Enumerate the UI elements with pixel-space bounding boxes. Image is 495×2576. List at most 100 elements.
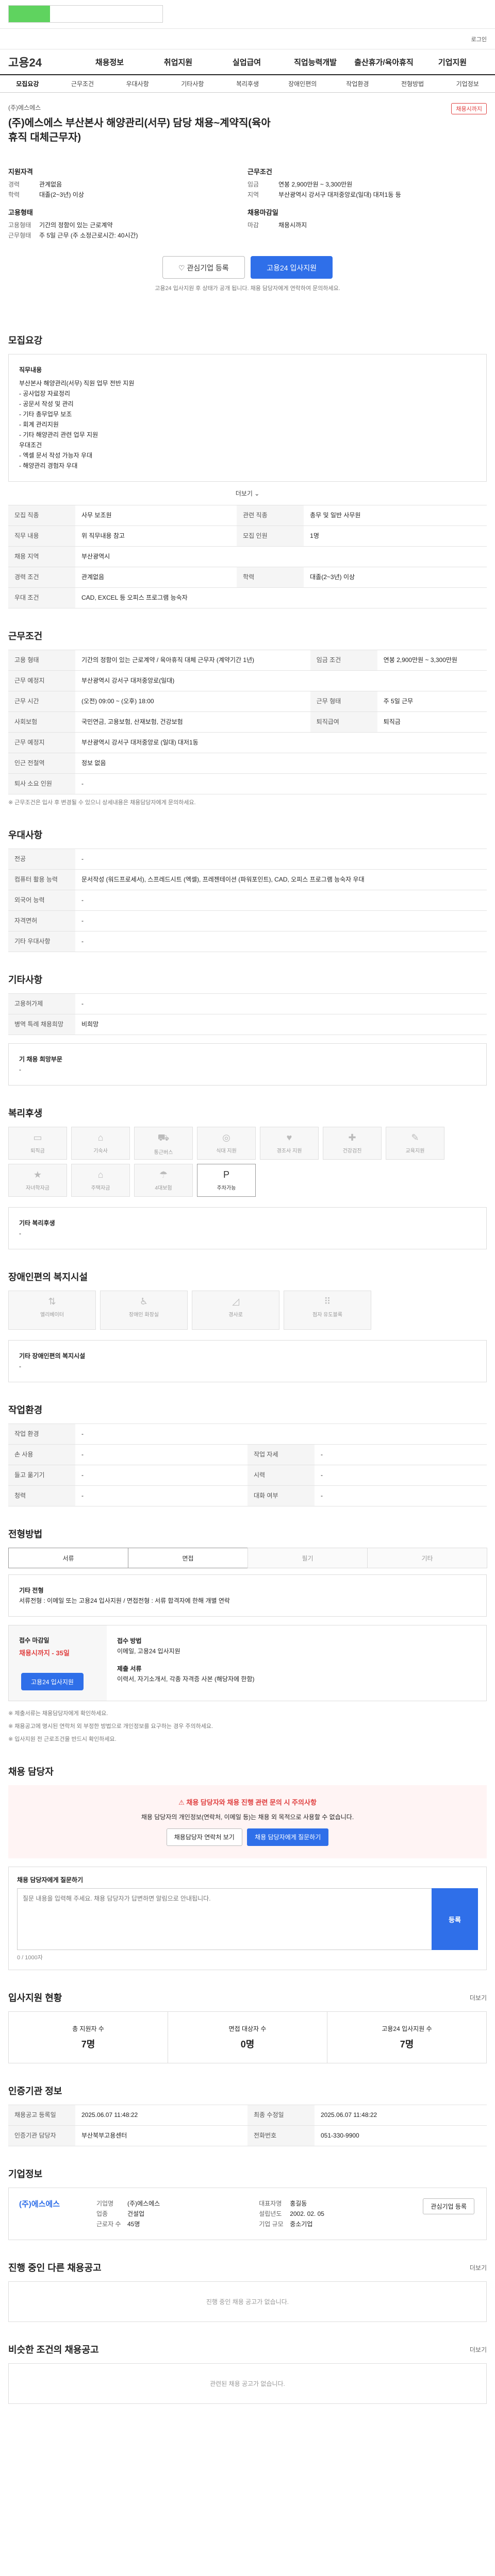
table-key: 인근 전철역: [8, 753, 75, 774]
duty-line: - 회계 관리지원: [19, 421, 59, 428]
gnb-item[interactable]: 기업지원: [418, 57, 487, 67]
site-logo[interactable]: 고용24: [8, 54, 75, 70]
table-value: 기간의 정함이 있는 근로계약 / 육아휴직 대체 근무자 (계약기간 1년): [75, 650, 310, 671]
disabled-extra-box: 기타 장애인편의 복지시설 -: [8, 1340, 487, 1382]
section-tabs: 모집요강 근무조건 우대사항 기타사항 복리후생 장애인편의 작업환경 전형방법…: [0, 75, 495, 93]
gnb-item[interactable]: 채용정보: [75, 57, 144, 67]
welfare-label: 자녀학자금: [26, 1185, 50, 1191]
process-step: 서류: [8, 1548, 128, 1568]
table-value: 2025.06.07 11:48:22: [315, 2105, 487, 2126]
process-step: 필기: [248, 1548, 368, 1568]
other-jobs-more-link[interactable]: 더보기: [470, 2263, 487, 2272]
tab-company[interactable]: 기업정보: [440, 79, 495, 88]
table-value: -: [75, 890, 487, 911]
tab-disabled[interactable]: 장애인편의: [275, 79, 330, 88]
contact-alert: ⚠ 채용 담당자와 채용 진행 관련 문의 시 주의사항 채용 담당자의 개인정…: [8, 1785, 487, 1858]
table-row: 인근 전철역 정보 없음: [8, 753, 487, 774]
welfare-icon: ☂: [159, 1170, 168, 1180]
summary-qual-title: 지원자격: [8, 168, 33, 176]
gnb-item[interactable]: 취업지원: [144, 57, 212, 67]
apply-button[interactable]: 고용24 입사지원: [251, 256, 333, 279]
tab-recruit[interactable]: 모집요강: [0, 79, 55, 88]
table-row: 근무 시간 (오전) 09:00 ~ (오후) 18:00 근무 형태 주 5일 근무: [8, 691, 487, 712]
stats-more-link[interactable]: 더보기: [470, 1993, 487, 2002]
disabled-item: ◿ 경사로: [192, 1291, 279, 1330]
tab-welfare[interactable]: 복리후생: [220, 79, 275, 88]
welfare-icon: P: [223, 1170, 229, 1180]
etc-sub-box: 기 채용 희망부문 -: [8, 1043, 487, 1086]
contact-view-button[interactable]: 채용담당자 연락처 보기: [166, 1828, 242, 1846]
facility-icon: ⇅: [48, 1296, 56, 1307]
util-row: 로그인: [0, 29, 495, 49]
summary-value: 주 5일 근무 (주 소정근로시간: 40시간): [39, 232, 138, 239]
company-logo[interactable]: (주)에스에스: [19, 2198, 96, 2229]
company-info-key: 설립년도: [259, 2210, 282, 2217]
similar-jobs-more-link[interactable]: 더보기: [470, 2345, 487, 2354]
top-banner: [0, 0, 495, 29]
table-key: 인증기관 담당자: [8, 2125, 75, 2146]
table-value: CAD, EXCEL 등 오피스 프로그램 능숙자: [75, 587, 487, 608]
alert-title: 채용 담당자와 채용 진행 관련 문의 시 주의사항: [186, 1799, 317, 1806]
tab-env[interactable]: 작업환경: [330, 79, 385, 88]
table-value: -: [315, 1444, 487, 1465]
table-key: 작업 환경: [8, 1423, 75, 1445]
contact-question-button[interactable]: 채용 담당자에게 질문하기: [247, 1828, 329, 1846]
summary-value: 채용시까지: [278, 222, 307, 229]
summary-value: 연봉 2,900만원 ~ 3,300만원: [278, 181, 353, 188]
table-row: 근무 예정지 부산광역시 강서구 대저중앙로(일대): [8, 670, 487, 691]
docs-label: 제출 서류: [117, 1665, 142, 1672]
table-key: 전공: [8, 849, 75, 870]
duty-line: - 공사업장 자료정리: [19, 390, 70, 397]
table-key: 채용 지역: [8, 546, 75, 567]
gnb-item[interactable]: 실업급여: [212, 57, 281, 67]
table-key: 최종 수정일: [248, 2105, 315, 2126]
prefer-table: 전공 - 컴퓨터 활용 능력 문서작성 (워드프로세서), 스프레드시트 (엑셀), …: [8, 849, 487, 952]
gnb-item[interactable]: 출산휴가/육아휴직: [350, 57, 418, 67]
company-name[interactable]: (주)에스에스: [8, 103, 487, 112]
question-input[interactable]: [17, 1888, 432, 1950]
tab-prefer[interactable]: 우대사항: [110, 79, 165, 88]
more-label: 더보기: [235, 490, 253, 497]
tab-process[interactable]: 전형방법: [385, 79, 440, 88]
table-key: 우대 조건: [8, 587, 75, 608]
table-value: -: [315, 1485, 487, 1506]
login-link[interactable]: 로그인: [471, 35, 487, 43]
table-key: 대화 여부: [248, 1485, 315, 1506]
welfare-icon: ◎: [222, 1132, 230, 1143]
welfare-icon: ⌂: [97, 1170, 104, 1180]
question-send-button[interactable]: 등록: [432, 1888, 478, 1950]
gnb-item[interactable]: 직업능력개발: [281, 57, 350, 67]
table-key: 근무 형태: [310, 691, 377, 712]
deadline-badge: 채용시까지: [451, 103, 487, 114]
tab-etc[interactable]: 기타사항: [165, 79, 220, 88]
table-row: 외국어 능력 -: [8, 890, 487, 911]
company-info-value: 중소기업: [290, 2221, 313, 2228]
welfare-icon: ✚: [348, 1132, 356, 1143]
welfare-label: 4대보험: [155, 1185, 172, 1191]
table-value: 주 5일 근무: [377, 691, 487, 712]
question-box: 채용 담당자에게 질문하기 등록 0 / 1000자: [8, 1867, 487, 1970]
company-info-value: 건설업: [127, 2210, 145, 2217]
interest-button[interactable]: ♡ 관심기업 등록: [162, 256, 245, 279]
table-value: -: [75, 993, 487, 1014]
table-row: 근무 예정지 부산광역시 강서구 대저중앙로 (일대) 대저1동: [8, 732, 487, 753]
summary-key: 경력: [8, 181, 20, 188]
table-row: 직무 내용 위 직무내용 참고 모집 인원 1명: [8, 526, 487, 547]
other-jobs-empty: 진행 중인 채용 공고가 없습니다.: [8, 2281, 487, 2322]
company-interest-button[interactable]: 관심기업 등록: [423, 2198, 474, 2214]
table-row: 청력 - 대화 여부 -: [8, 1485, 487, 1506]
summary-key: 근무형태: [8, 232, 31, 239]
env-title: 작업환경: [8, 1405, 43, 1415]
tab-work[interactable]: 근무조건: [55, 79, 110, 88]
duty-line: - 엑셀 문서 작성 가능자 우대: [19, 452, 93, 459]
table-key: 전화번호: [248, 2125, 315, 2146]
table-key: 컴퓨터 활용 능력: [8, 869, 75, 890]
process-apply-button[interactable]: 고용24 입사지원: [21, 1673, 84, 1690]
search-box[interactable]: [8, 5, 163, 23]
more-button[interactable]: 더보기 ⌄: [236, 490, 260, 497]
duty-line: - 해양관리 경험자 우대: [19, 462, 78, 469]
welfare-label: 주차가능: [217, 1185, 236, 1191]
table-row: 우대 조건 CAD, EXCEL 등 오피스 프로그램 능숙자: [8, 587, 487, 608]
process-etc-title: 기타 전형: [19, 1587, 44, 1594]
disabled-extra-value: -: [19, 1363, 21, 1370]
